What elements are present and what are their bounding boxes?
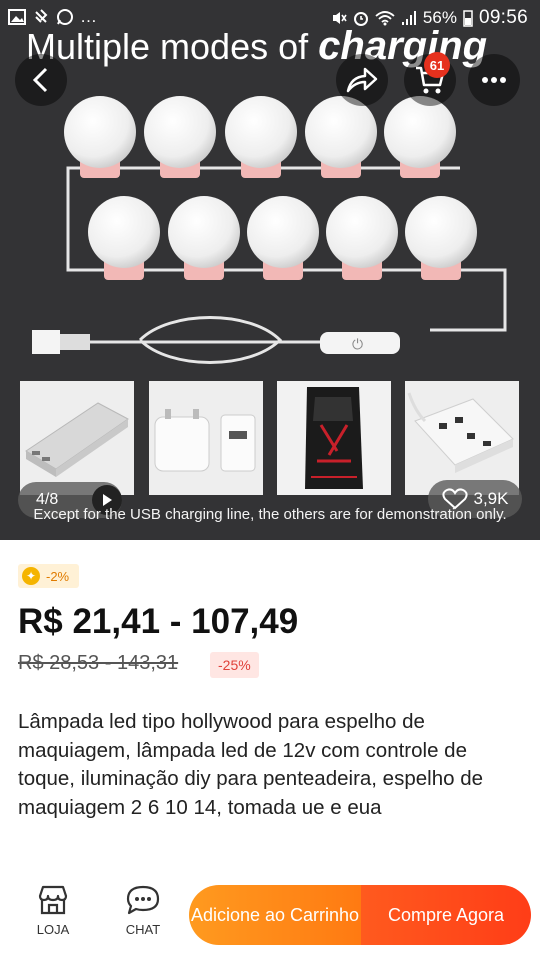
computer-tower-photo: [277, 381, 391, 495]
cart-count-badge: 61: [424, 52, 450, 78]
add-to-cart-button[interactable]: Adicione ao Carrinho: [189, 885, 361, 945]
image-caption: Except for the USB charging line, the ot…: [33, 506, 507, 523]
power-strip-drawing: [407, 392, 514, 473]
more-options-button[interactable]: [468, 54, 520, 106]
discount-badge: -25%: [210, 652, 259, 678]
power-bank-photo: [20, 381, 134, 495]
coin-icon: ✦: [22, 567, 40, 585]
touch-switch-symbol: ⏻: [352, 337, 363, 353]
coins-discount-badge: ✦ -2%: [18, 564, 80, 588]
store-label: LOJA: [36, 922, 70, 937]
coins-discount-value: -2%: [46, 568, 70, 584]
chat-label: CHAT: [125, 922, 161, 937]
back-button[interactable]: [15, 54, 67, 106]
bulbs-top-row: [64, 96, 456, 178]
store-icon: [38, 885, 68, 915]
more-icon: [482, 77, 506, 83]
store-button[interactable]: LOJA: [18, 884, 88, 937]
product-image-gallery[interactable]: ⏻ … 56% 09:56 Multiple modes of charging…: [0, 0, 540, 540]
original-price-range: R$ 28,53 - 143,31: [18, 652, 179, 674]
back-arrow-icon: [32, 67, 48, 93]
bulbs-bottom-row: [88, 196, 477, 280]
power-bank-drawing: [25, 402, 129, 477]
usb-adapters-drawing: [154, 409, 256, 472]
share-button[interactable]: [336, 54, 388, 106]
share-icon: [346, 67, 378, 93]
image-icon: [8, 9, 26, 25]
play-icon: [103, 494, 112, 506]
chat-button[interactable]: CHAT: [108, 884, 178, 937]
chat-icon: [126, 885, 160, 915]
computer-tower-drawing: [305, 387, 363, 489]
price-range: R$ 21,41 - 107,49: [18, 602, 299, 641]
power-strip-photo: [405, 381, 519, 495]
product-title: Lâmpada led tipo hollywood para espelho …: [18, 710, 483, 819]
usb-adapters-photo: [149, 381, 263, 495]
image-headline-regular: Multiple modes of: [26, 26, 319, 67]
bottom-action-bar: LOJA CHAT Adicione ao Carrinho Compre Ag…: [0, 870, 540, 960]
buy-now-button[interactable]: Compre Agora: [361, 885, 531, 945]
